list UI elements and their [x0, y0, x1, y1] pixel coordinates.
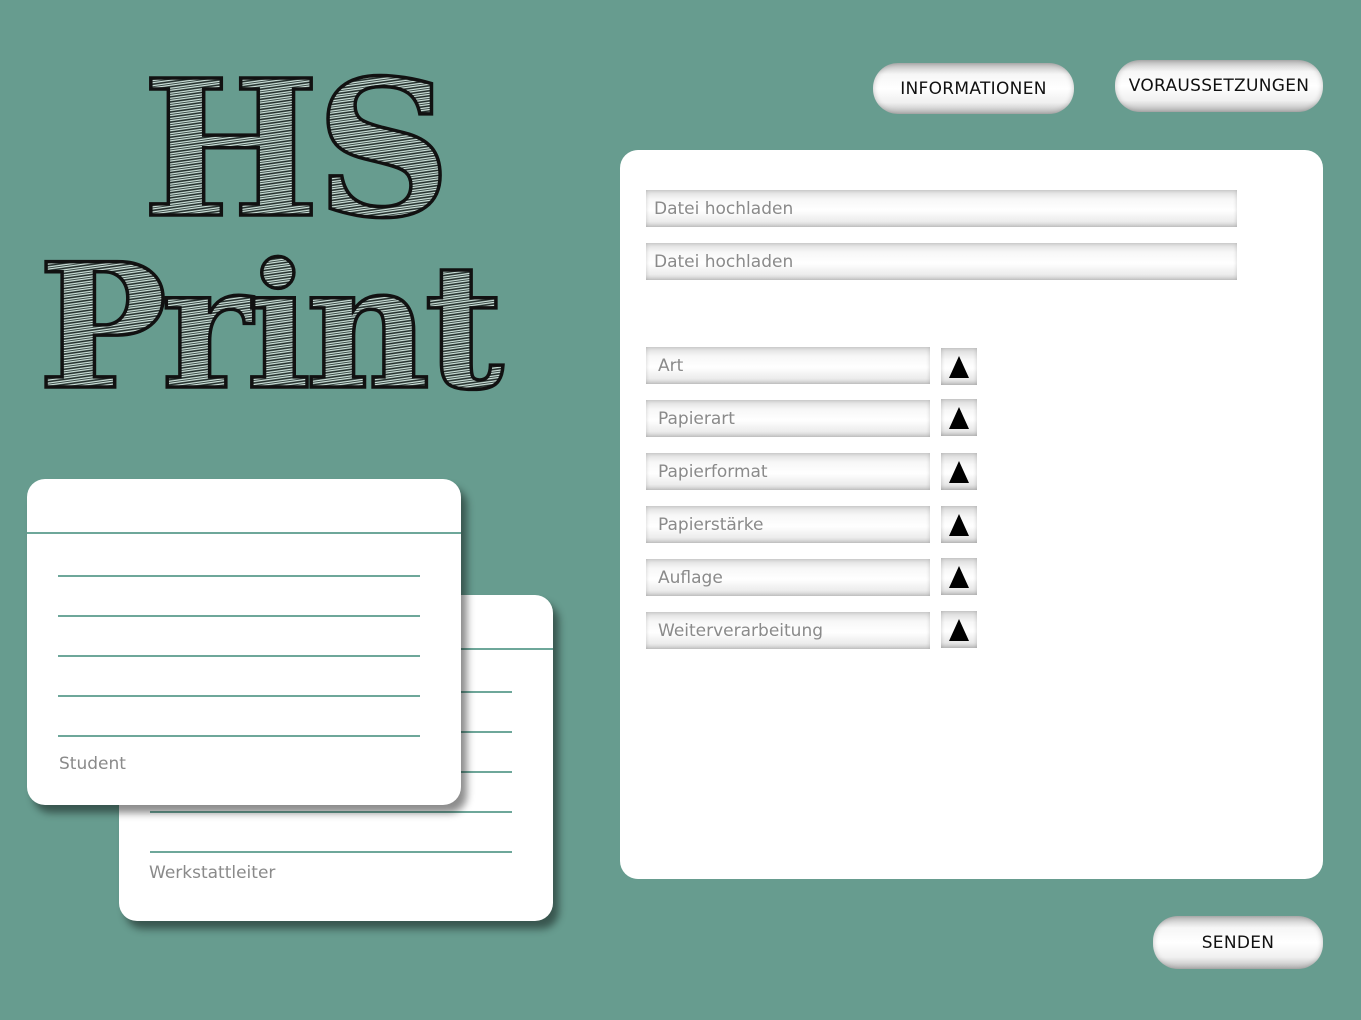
triangle-up-icon: [949, 565, 969, 588]
triangle-up-icon: [949, 513, 969, 536]
voraussetzungen-label: VORAUSSETZUNGEN: [1128, 76, 1310, 96]
file-upload-field-2[interactable]: Datei hochladen: [646, 243, 1237, 280]
triangle-up-icon: [949, 406, 969, 429]
dropdown-toggle-auflage[interactable]: [941, 558, 977, 595]
file-upload-label-1: Datei hochladen: [654, 198, 794, 219]
send-label: SENDEN: [1201, 932, 1275, 953]
select-weiterverarbeitung[interactable]: Weiterverarbeitung: [646, 612, 930, 649]
signature-line: [58, 735, 420, 737]
triangle-up-icon: [949, 618, 969, 641]
signature-line: [58, 695, 420, 697]
signature-line: [150, 851, 512, 853]
select-papierart-label: Papierart: [658, 408, 735, 429]
select-papierformat-label: Papierformat: [658, 461, 768, 482]
informationen-label: INFORMATIONEN: [900, 78, 1047, 99]
file-upload-label-2: Datei hochladen: [654, 251, 794, 272]
select-weiterverarbeitung-label: Weiterverarbeitung: [658, 620, 824, 641]
voraussetzungen-button[interactable]: VORAUSSETZUNGEN: [1115, 60, 1323, 112]
card-header-divider: [27, 532, 461, 534]
select-auflage[interactable]: Auflage: [646, 559, 930, 596]
logo-line-print: Print: [38, 225, 503, 425]
dropdown-toggle-papierformat[interactable]: [941, 453, 977, 490]
select-auflage-label: Auflage: [658, 567, 723, 588]
signature-line: [150, 811, 512, 813]
dropdown-toggle-weiterverarbeitung[interactable]: [941, 611, 977, 648]
signature-line: [58, 575, 420, 577]
select-papierstaerke[interactable]: Papierstärke: [646, 506, 930, 543]
select-art[interactable]: Art: [646, 347, 930, 384]
werkstattleiter-label: Werkstattleiter: [149, 863, 276, 883]
triangle-up-icon: [949, 460, 969, 483]
order-form-panel: Datei hochladen Datei hochladen Art Papi…: [620, 150, 1323, 879]
triangle-up-icon: [949, 355, 969, 378]
dropdown-toggle-art[interactable]: [941, 348, 977, 385]
file-upload-field-1[interactable]: Datei hochladen: [646, 190, 1237, 227]
send-button[interactable]: SENDEN: [1153, 916, 1323, 969]
select-art-label: Art: [658, 355, 684, 376]
signature-line: [58, 615, 420, 617]
select-papierstaerke-label: Papierstärke: [658, 514, 764, 535]
hs-print-logo: HS Print: [30, 55, 570, 425]
student-label: Student: [59, 754, 126, 774]
student-card: Student: [27, 479, 461, 805]
dropdown-toggle-papierart[interactable]: [941, 399, 977, 436]
signature-line: [58, 655, 420, 657]
select-papierart[interactable]: Papierart: [646, 400, 930, 437]
dropdown-toggle-papierstaerke[interactable]: [941, 506, 977, 543]
select-papierformat[interactable]: Papierformat: [646, 453, 930, 490]
informationen-button[interactable]: INFORMATIONEN: [873, 63, 1074, 114]
